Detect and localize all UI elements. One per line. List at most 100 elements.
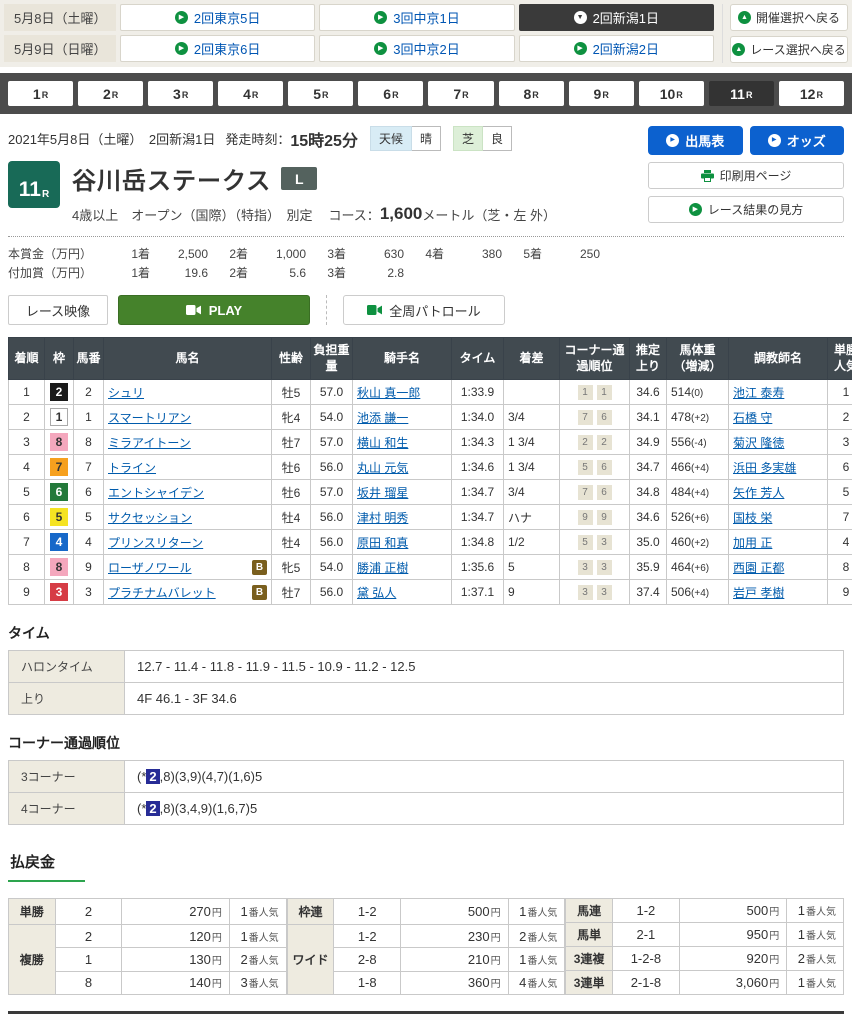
race-conditions-text: 4歳以上 オープン（国際）（特指） 別定	[72, 205, 312, 224]
meeting-button[interactable]: ▶2回新潟2日	[519, 35, 714, 62]
horse-name-link[interactable]: トライン	[108, 461, 156, 475]
jockey-link[interactable]: 横山 和生	[357, 436, 408, 450]
turf-value: 良	[483, 126, 512, 151]
last-3f: 37.4	[630, 580, 667, 605]
jockey-cell: 池添 謙一	[353, 405, 452, 430]
bet-type-label: ワイド	[287, 924, 334, 994]
horse-name-link[interactable]: サクセッション	[108, 511, 192, 525]
jockey-link[interactable]: 原田 和真	[357, 536, 408, 550]
race-tab-4r[interactable]: 4R	[218, 81, 283, 106]
results-guide-button[interactable]: ▶ レース結果の見方	[648, 196, 844, 223]
race-tab-1r[interactable]: 1R	[8, 81, 73, 106]
odds-button[interactable]: ▶ オッズ	[750, 126, 845, 155]
horse-name-link[interactable]: ローザノワール	[108, 561, 192, 575]
trainer-link[interactable]: 矢作 芳人	[733, 486, 784, 500]
page-title: 谷川岳ステークス	[72, 161, 271, 196]
race-tab-10r[interactable]: 10R	[639, 81, 704, 106]
last-3f: 34.6	[630, 505, 667, 530]
trainer-link[interactable]: 浜田 多実雄	[733, 461, 796, 475]
bet-type-label: 単勝	[9, 899, 56, 925]
race-tab-11r[interactable]: 11R	[709, 81, 774, 106]
jockey-link[interactable]: 勝浦 正樹	[357, 561, 408, 575]
bet-type-label: 3連単	[566, 971, 613, 995]
jockey-link[interactable]: 秋山 真一郎	[357, 386, 420, 400]
patrol-video-button[interactable]: 全周パトロール	[343, 295, 505, 325]
table-row: 388ミラアイトーン牡757.0横山 和生1:34.31 3/42234.955…	[9, 430, 852, 455]
trainer-link[interactable]: 石橋 守	[733, 411, 772, 425]
trainer-cell: 岩戸 孝樹	[729, 580, 828, 605]
payout-popularity: 1番人気	[229, 899, 286, 925]
weather-badge: 天候 晴	[370, 126, 441, 151]
jockey-cell: 黛 弘人	[353, 580, 452, 605]
jockey-link[interactable]: 津村 明秀	[357, 511, 408, 525]
corner-position: 2	[578, 435, 593, 450]
payout-row: ワイド1-2230円2番人気	[287, 924, 565, 947]
horse-name-link[interactable]: スマートリアン	[108, 411, 191, 425]
jockey-link[interactable]: 池添 謙一	[357, 411, 408, 425]
trainer-link[interactable]: 加用 正	[733, 536, 772, 550]
corner-position: 9	[578, 510, 593, 525]
race-tab-number: 5	[313, 86, 321, 102]
margin: 9	[504, 580, 560, 605]
payout-popularity: 4番人気	[508, 971, 565, 995]
race-tab-3r[interactable]: 3R	[148, 81, 213, 106]
horse-name-cell: ローザノワールB	[104, 555, 272, 580]
meeting-button[interactable]: ▶3回中京1日	[319, 4, 514, 31]
turf-label: 芝	[453, 126, 483, 151]
meeting-row: 5月8日（土曜）▶2回東京5日▶3回中京1日▼2回新潟1日	[4, 4, 714, 31]
play-button[interactable]: PLAY	[118, 295, 310, 325]
payout-amount: 130円	[122, 948, 229, 971]
race-tab-number: 1	[33, 86, 41, 102]
meeting-button[interactable]: ▶2回東京5日	[120, 4, 315, 31]
meeting-button[interactable]: ▶2回東京6日	[120, 35, 315, 62]
race-tab-7r[interactable]: 7R	[428, 81, 493, 106]
jockey-link[interactable]: 丸山 元気	[357, 461, 408, 475]
waku-number: 3	[50, 583, 68, 601]
print-page-button[interactable]: 印刷用ページ	[648, 162, 844, 189]
horse-name-link[interactable]: プリンスリターン	[108, 536, 203, 550]
race-number: 11	[19, 179, 41, 200]
last-3f: 34.8	[630, 480, 667, 505]
divider	[8, 236, 844, 237]
waku-number: 8	[50, 558, 68, 576]
race-number-suffix: R	[42, 189, 49, 200]
horse-name-link[interactable]: ミラアイトーン	[108, 436, 191, 450]
jockey-link[interactable]: 坂井 瑠星	[357, 486, 408, 500]
trainer-link[interactable]: 菊沢 隆徳	[733, 436, 784, 450]
chevron-right-icon: ▶	[666, 134, 679, 147]
yen-unit: 円	[491, 908, 501, 919]
trainer-link[interactable]: 西園 正都	[733, 561, 784, 575]
race-tab-12r[interactable]: 12R	[779, 81, 844, 106]
prize-row-label: 付加賞（万円）	[8, 264, 110, 283]
jockey-link[interactable]: 黛 弘人	[357, 586, 396, 600]
payout-table: 馬連1-2500円1番人気馬単2-1950円1番人気3連複1-2-8920円2番…	[565, 898, 844, 995]
race-tab-5r[interactable]: 5R	[288, 81, 353, 106]
payout-row: 枠連1-2500円1番人気	[287, 899, 565, 925]
column-header: 騎手名	[353, 338, 452, 380]
entries-button[interactable]: ▶ 出馬表	[648, 126, 743, 155]
chevron-right-icon: ▶	[175, 42, 188, 55]
bet-type-label: 馬単	[566, 923, 613, 947]
trainer-link[interactable]: 国枝 栄	[733, 511, 772, 525]
prize-value: 630	[346, 245, 404, 264]
race-tab-9r[interactable]: 9R	[569, 81, 634, 106]
trainer-link[interactable]: 池江 泰寿	[733, 386, 784, 400]
trainer-cell: 菊沢 隆徳	[729, 430, 828, 455]
horse-name-link[interactable]: プラチナムバレット	[108, 586, 216, 600]
race-tab-number: 7	[453, 86, 461, 102]
back-to-meeting-select-button[interactable]: ▲開催選択へ戻る	[730, 4, 848, 31]
horse-name-link[interactable]: エントシャイデン	[108, 486, 204, 500]
race-tab-8r[interactable]: 8R	[499, 81, 564, 106]
back-to-race-select-button[interactable]: ▲レース選択へ戻る	[730, 36, 848, 63]
trainer-link[interactable]: 岩戸 孝樹	[733, 586, 784, 600]
waku-cell: 1	[45, 405, 74, 430]
race-tab-2r[interactable]: 2R	[78, 81, 143, 106]
meeting-button[interactable]: ▼2回新潟1日	[519, 4, 714, 31]
race-tab-6r[interactable]: 6R	[358, 81, 423, 106]
top-navigation: 5月8日（土曜）▶2回東京5日▶3回中京1日▼2回新潟1日5月9日（日曜）▶2回…	[0, 0, 852, 67]
payout-amount: 920円	[679, 947, 786, 971]
horse-name-link[interactable]: シュリ	[108, 386, 144, 400]
payout-amount: 360円	[401, 971, 508, 995]
margin: 1 3/4	[504, 455, 560, 480]
meeting-button[interactable]: ▶3回中京2日	[319, 35, 514, 62]
